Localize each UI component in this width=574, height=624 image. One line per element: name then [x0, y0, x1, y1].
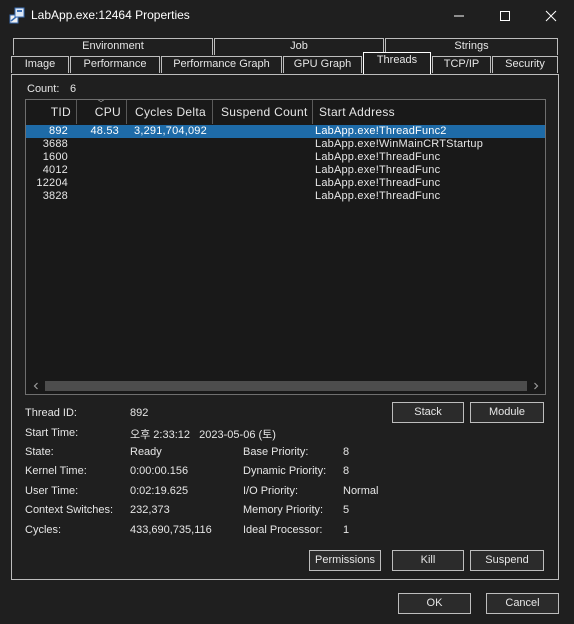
- cell-tid: 1600: [42, 151, 68, 163]
- table-row[interactable]: 3688 LabApp.exe!WinMainCRTStartup: [26, 138, 545, 151]
- list-header: TID ﹀ CPU Cycles Delta Suspend Count Sta…: [26, 100, 545, 124]
- column-header-cycles-delta[interactable]: Cycles Delta: [127, 100, 213, 124]
- table-row[interactable]: 3828 LabApp.exe!ThreadFunc: [26, 190, 545, 203]
- kill-button[interactable]: Kill: [392, 550, 464, 571]
- cell-start-address: LabApp.exe!ThreadFunc2: [315, 125, 447, 137]
- thread-id-value: 892: [130, 407, 149, 419]
- tab-image[interactable]: Image: [11, 56, 69, 73]
- minimize-button[interactable]: [436, 0, 482, 32]
- tab-performance[interactable]: Performance: [70, 56, 160, 73]
- maximize-button[interactable]: [482, 0, 528, 32]
- close-icon: [545, 10, 557, 22]
- minimize-icon: [454, 15, 464, 17]
- tab-tcpip[interactable]: TCP/IP: [432, 56, 491, 73]
- module-button[interactable]: Module: [470, 402, 544, 423]
- tab-threads[interactable]: Threads: [363, 52, 431, 74]
- column-header-cpu[interactable]: ﹀ CPU: [77, 100, 127, 124]
- tab-environment[interactable]: Environment: [13, 38, 213, 55]
- io-priority-value: Normal: [343, 485, 379, 497]
- close-button[interactable]: [528, 0, 574, 32]
- scroll-left-icon[interactable]: [29, 378, 43, 394]
- cell-tid: 12204: [36, 177, 68, 189]
- cell-start-address: LabApp.exe!ThreadFunc: [315, 151, 441, 163]
- cell-start-address: LabApp.exe!ThreadFunc: [315, 190, 441, 202]
- dynamic-priority-value: 8: [343, 465, 350, 477]
- suspend-button[interactable]: Suspend: [470, 550, 544, 571]
- kernel-time-label: Kernel Time:: [25, 465, 87, 477]
- user-time-value: 0:02:19.625: [130, 485, 189, 497]
- context-switches-value: 232,373: [130, 504, 170, 516]
- tab-performance-graph[interactable]: Performance Graph: [161, 56, 282, 73]
- scroll-right-icon[interactable]: [529, 378, 543, 394]
- stack-button[interactable]: Stack: [392, 402, 464, 423]
- cycles-label: Cycles:: [25, 524, 62, 536]
- table-row[interactable]: 1600 LabApp.exe!ThreadFunc: [26, 151, 545, 164]
- cell-tid: 4012: [42, 164, 68, 176]
- tab-job[interactable]: Job: [214, 38, 384, 55]
- count-label: Count:: [27, 83, 60, 95]
- ok-button[interactable]: OK: [398, 593, 471, 614]
- window-title: LabApp.exe:12464 Properties: [31, 8, 190, 22]
- table-row[interactable]: 892 48.53 3,291,704,092 LabApp.exe!Threa…: [26, 125, 545, 138]
- memory-priority-value: 5: [343, 504, 350, 516]
- column-header-start-address[interactable]: Start Address: [313, 100, 545, 124]
- table-row[interactable]: 4012 LabApp.exe!ThreadFunc: [26, 164, 545, 177]
- start-time-value: 오후 2:33:12 2023-05-06 (토): [130, 429, 276, 441]
- ideal-processor-label: Ideal Processor:: [243, 524, 323, 536]
- tab-gpu-graph[interactable]: GPU Graph: [283, 56, 362, 73]
- cell-cycles-delta: 3,291,704,092: [134, 125, 207, 137]
- cycles-value: 433,690,735,116: [130, 524, 212, 536]
- maximize-icon: [500, 11, 510, 21]
- dynamic-priority-label: Dynamic Priority:: [243, 465, 327, 477]
- cell-start-address: LabApp.exe!ThreadFunc: [315, 177, 441, 189]
- cell-start-address: LabApp.exe!WinMainCRTStartup: [315, 138, 484, 150]
- cell-tid: 892: [49, 125, 68, 137]
- memory-priority-label: Memory Priority:: [243, 504, 324, 516]
- cancel-button[interactable]: Cancel: [486, 593, 559, 614]
- thread-id-label: Thread ID:: [25, 407, 77, 419]
- cell-tid: 3688: [42, 138, 68, 150]
- horizontal-scrollbar[interactable]: [27, 378, 545, 394]
- process-icon[interactable]: [9, 6, 27, 24]
- base-priority-value: 8: [343, 446, 350, 458]
- count-value: 6: [70, 83, 77, 95]
- start-time-label: Start Time:: [25, 427, 79, 439]
- io-priority-label: I/O Priority:: [243, 485, 299, 497]
- tab-security[interactable]: Security: [492, 56, 558, 73]
- table-row[interactable]: 12204 LabApp.exe!ThreadFunc: [26, 177, 545, 190]
- ideal-processor-value: 1: [343, 524, 350, 536]
- cell-start-address: LabApp.exe!ThreadFunc: [315, 164, 441, 176]
- user-time-label: User Time:: [25, 485, 79, 497]
- cell-cpu: 48.53: [90, 125, 119, 137]
- column-header-suspend-count[interactable]: Suspend Count: [213, 100, 313, 124]
- threads-list[interactable]: TID ﹀ CPU Cycles Delta Suspend Count Sta…: [25, 99, 546, 395]
- permissions-button[interactable]: Permissions: [309, 550, 381, 571]
- kernel-time-value: 0:00:00.156: [130, 465, 189, 477]
- state-label: State:: [25, 446, 54, 458]
- column-header-tid[interactable]: TID: [26, 100, 77, 124]
- scrollbar-thumb[interactable]: [45, 381, 527, 391]
- cell-tid: 3828: [42, 190, 68, 202]
- base-priority-label: Base Priority:: [243, 446, 309, 458]
- sort-descending-icon: ﹀: [97, 99, 106, 108]
- state-value: Ready: [130, 446, 162, 458]
- context-switches-label: Context Switches:: [25, 504, 114, 516]
